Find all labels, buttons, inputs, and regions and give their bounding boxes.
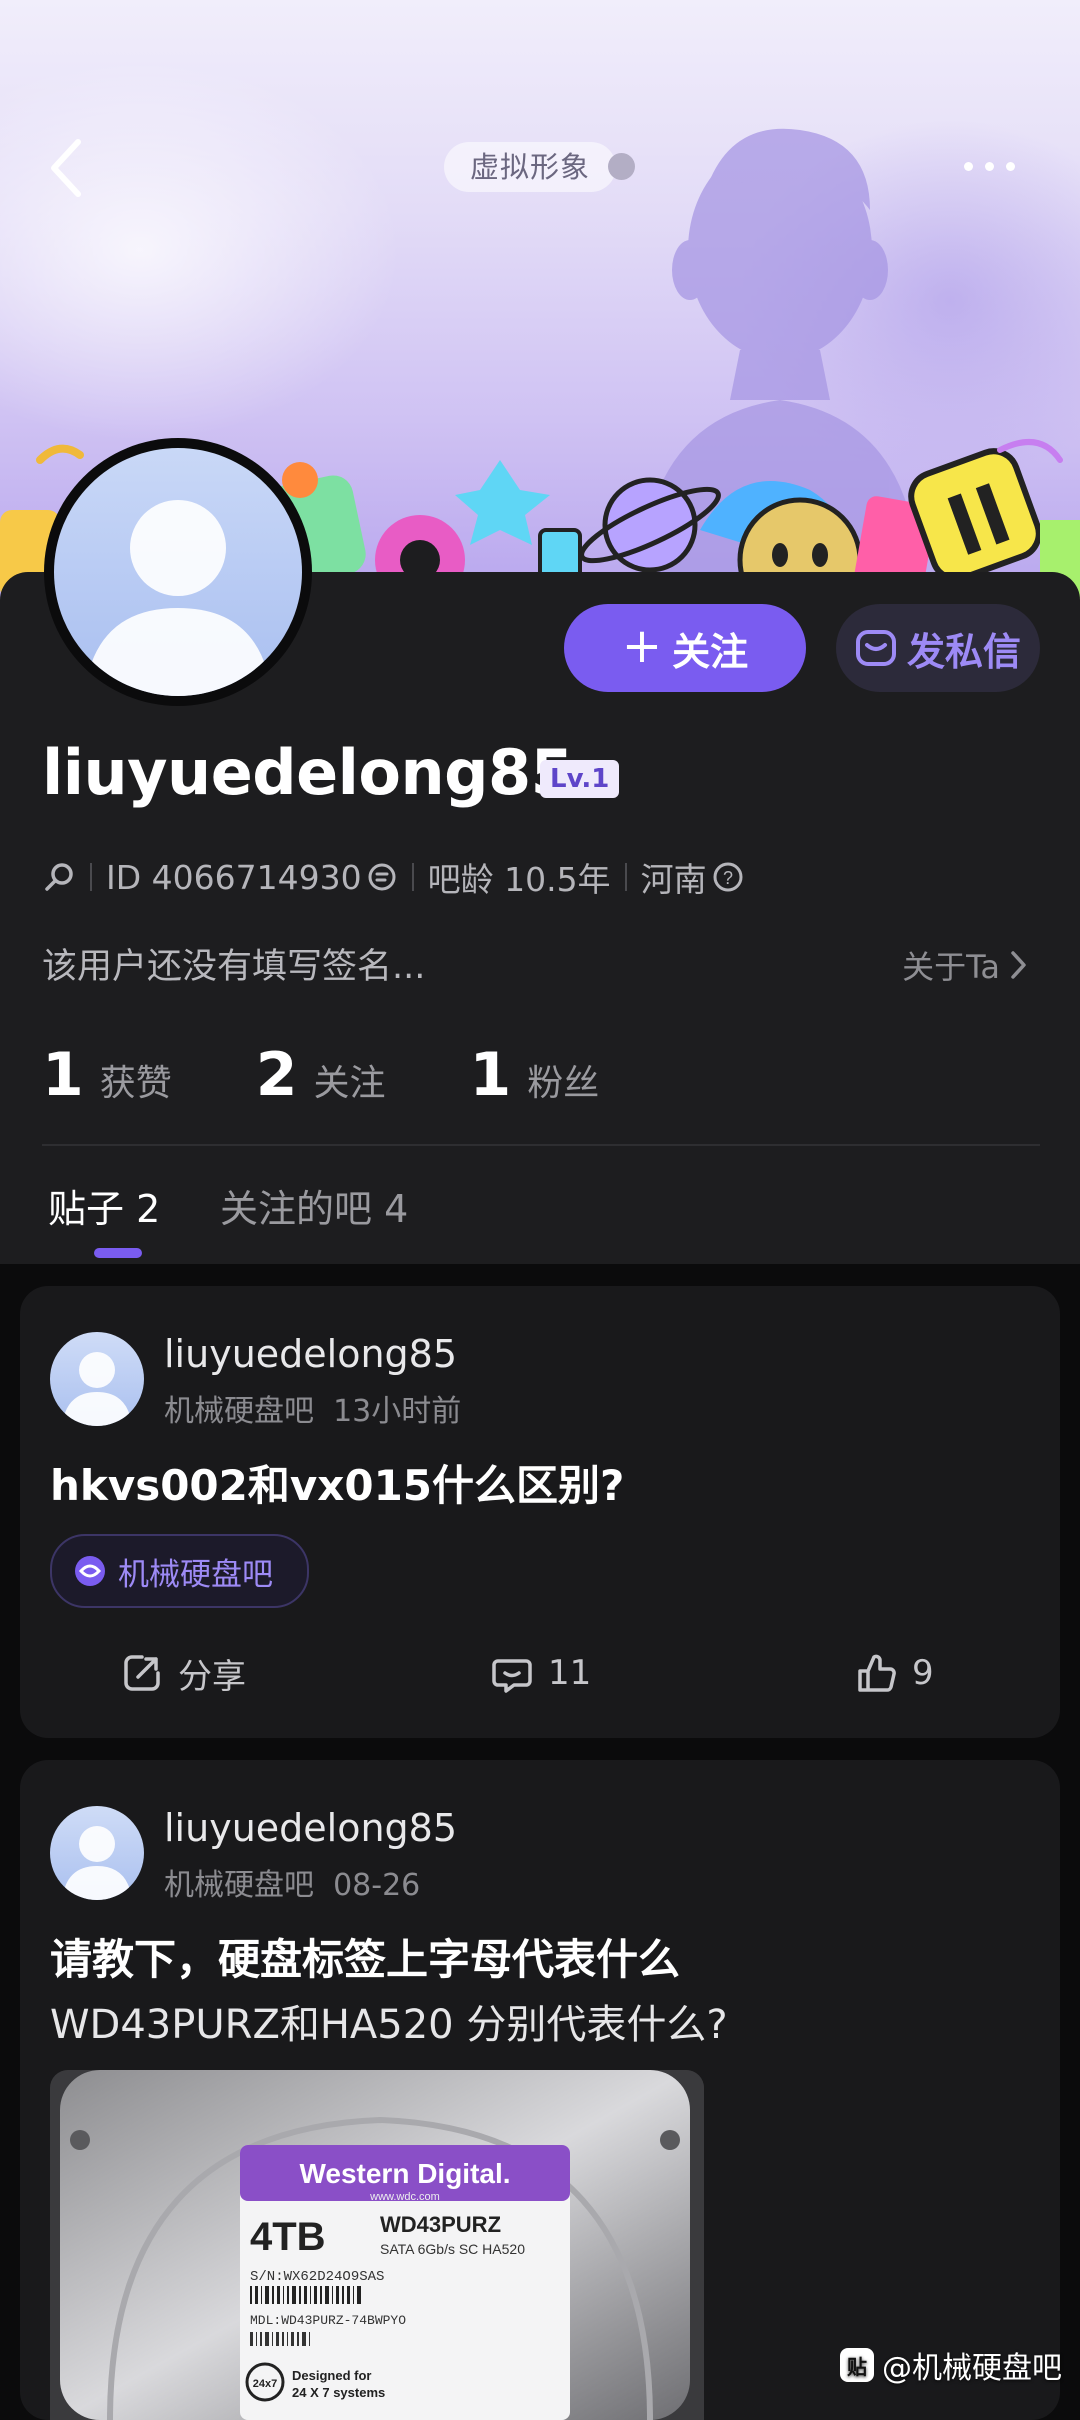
stat-followers[interactable]: 1 粉丝 xyxy=(470,1040,600,1110)
location: 河南 xyxy=(640,860,707,899)
divider xyxy=(411,863,414,891)
comment-count: 11 xyxy=(548,1653,592,1693)
stat-following[interactable]: 2 关注 xyxy=(256,1040,386,1110)
stat-label: 粉丝 xyxy=(527,1063,600,1104)
banner-glow xyxy=(0,60,400,440)
photo-brand: Western Digital. xyxy=(299,2158,510,2189)
photo-badge: 24x7 xyxy=(253,2378,277,2390)
hard-drive-photo: Western Digital. www.wdc.com 4TB WD43PUR… xyxy=(50,2070,704,2420)
post-meta: 机械硬盘吧 08-26 xyxy=(164,1860,420,1904)
more-options-icon[interactable] xyxy=(958,150,1022,180)
tab-posts[interactable]: 贴子 2 xyxy=(48,1178,160,1233)
divider xyxy=(624,863,627,891)
post-author-avatar[interactable] xyxy=(50,1806,144,1900)
back-arrow-icon[interactable] xyxy=(38,128,98,208)
photo-spec: SATA 6Gb/s SC HA520 xyxy=(380,2241,525,2257)
share-button[interactable]: 分享 xyxy=(120,1638,246,1708)
virtual-avatar-pill[interactable]: 虚拟形象 xyxy=(444,142,617,192)
section-divider xyxy=(42,1144,1040,1146)
post-author-avatar[interactable] xyxy=(50,1332,144,1426)
thumbs-up-icon xyxy=(858,1654,896,1692)
user-id: ID 4066714930 xyxy=(106,857,362,897)
post-time: 13小时前 xyxy=(333,1394,462,1429)
like-button[interactable]: 9 xyxy=(854,1638,934,1708)
profile-meta-row: ID 4066714930 吧龄 10.5年 河南 ? xyxy=(42,852,745,902)
photo-model: WD43PURZ xyxy=(380,2212,501,2237)
forum-icon xyxy=(75,1556,105,1586)
post-card[interactable]: liuyuedelong85 机械硬盘吧 08-26 请教下，硬盘标签上字母代表… xyxy=(20,1760,1060,2420)
svg-text:?: ? xyxy=(723,868,733,888)
post-title[interactable]: 请教下，硬盘标签上字母代表什么 xyxy=(50,1926,680,1987)
about-label: 关于Ta xyxy=(902,948,1000,986)
post-actions: 分享 11 9 xyxy=(20,1638,1060,1708)
tab-followed-forums[interactable]: 关注的吧 4 xyxy=(220,1178,408,1233)
forum-chip[interactable]: 机械硬盘吧 xyxy=(50,1534,309,1608)
send-message-button[interactable]: 发私信 xyxy=(836,604,1040,692)
follow-button[interactable]: + 关注 xyxy=(564,604,806,692)
tieba-logo-icon: 贴 xyxy=(840,2348,874,2382)
post-forum: 机械硬盘吧 xyxy=(164,1394,314,1429)
stat-likes[interactable]: 1 获赞 xyxy=(42,1040,172,1110)
send-message-label: 发私信 xyxy=(906,629,1021,674)
share-icon xyxy=(124,1655,160,1691)
stat-label: 获赞 xyxy=(99,1063,172,1104)
forum-chip-label: 机械硬盘吧 xyxy=(118,1556,273,1593)
status-dot xyxy=(608,153,635,180)
comment-button[interactable]: 11 xyxy=(490,1638,591,1708)
post-card[interactable]: liuyuedelong85 机械硬盘吧 13小时前 hkvs002和vx015… xyxy=(20,1286,1060,1738)
default-avatar-icon xyxy=(84,500,272,696)
stat-number: 1 xyxy=(42,1040,84,1110)
tab-indicator xyxy=(94,1248,142,1258)
username: liuyuedelong85 xyxy=(42,736,574,809)
post-forum: 机械硬盘吧 xyxy=(164,1868,314,1903)
watermark-text: @机械硬盘吧 xyxy=(882,2351,1062,2386)
default-avatar-icon xyxy=(62,1826,132,1900)
level-badge[interactable]: Lv.1 xyxy=(540,760,620,798)
post-image[interactable]: Western Digital. www.wdc.com 4TB WD43PUR… xyxy=(50,2070,704,2420)
post-time: 08-26 xyxy=(333,1868,421,1903)
photo-capacity: 4TB xyxy=(250,2215,326,2259)
photo-serial: S/N:WX62D24O9SAS xyxy=(250,2269,384,2285)
search-icon[interactable] xyxy=(42,860,76,894)
post-title[interactable]: hkvs002和vx015什么区别? xyxy=(50,1452,624,1513)
copy-icon[interactable] xyxy=(366,861,398,893)
tieba-age: 吧龄 10.5年 xyxy=(427,860,611,899)
stat-label: 关注 xyxy=(313,1063,386,1104)
photo-designed2: 24 X 7 systems xyxy=(292,2385,385,2400)
stat-number: 2 xyxy=(255,1040,298,1110)
default-avatar-icon xyxy=(62,1352,132,1426)
divider xyxy=(90,863,92,891)
stat-number: 1 xyxy=(469,1040,512,1110)
plus-icon: + xyxy=(621,618,663,674)
post-author-name[interactable]: liuyuedelong85 xyxy=(164,1806,457,1850)
like-count: 9 xyxy=(912,1653,934,1693)
post-meta: 机械硬盘吧 13小时前 xyxy=(164,1386,461,1430)
about-link[interactable]: 关于Ta xyxy=(902,942,1030,988)
photo-mdl: MDL:WD43PURZ-74BWPYO xyxy=(250,2313,406,2328)
avatar[interactable] xyxy=(44,438,312,706)
share-label: 分享 xyxy=(178,1656,246,1697)
post-author-name[interactable]: liuyuedelong85 xyxy=(164,1332,457,1376)
message-icon xyxy=(855,630,896,666)
photo-site: www.wdc.com xyxy=(369,2191,440,2203)
help-icon[interactable]: ? xyxy=(711,860,745,894)
post-body[interactable]: WD43PURZ和HA520 分别代表什么? xyxy=(50,1992,728,2050)
follow-label: 关注 xyxy=(672,629,749,674)
stats-row: 1 获赞 2 关注 1 粉丝 xyxy=(42,1040,683,1110)
chevron-right-icon xyxy=(1011,951,1026,979)
photo-designed: Designed for xyxy=(292,2368,371,2383)
comment-icon xyxy=(492,1659,532,1693)
signature-text: 该用户还没有填写签名... xyxy=(42,947,426,987)
watermark: 贴 @机械硬盘吧 xyxy=(840,2340,1062,2390)
